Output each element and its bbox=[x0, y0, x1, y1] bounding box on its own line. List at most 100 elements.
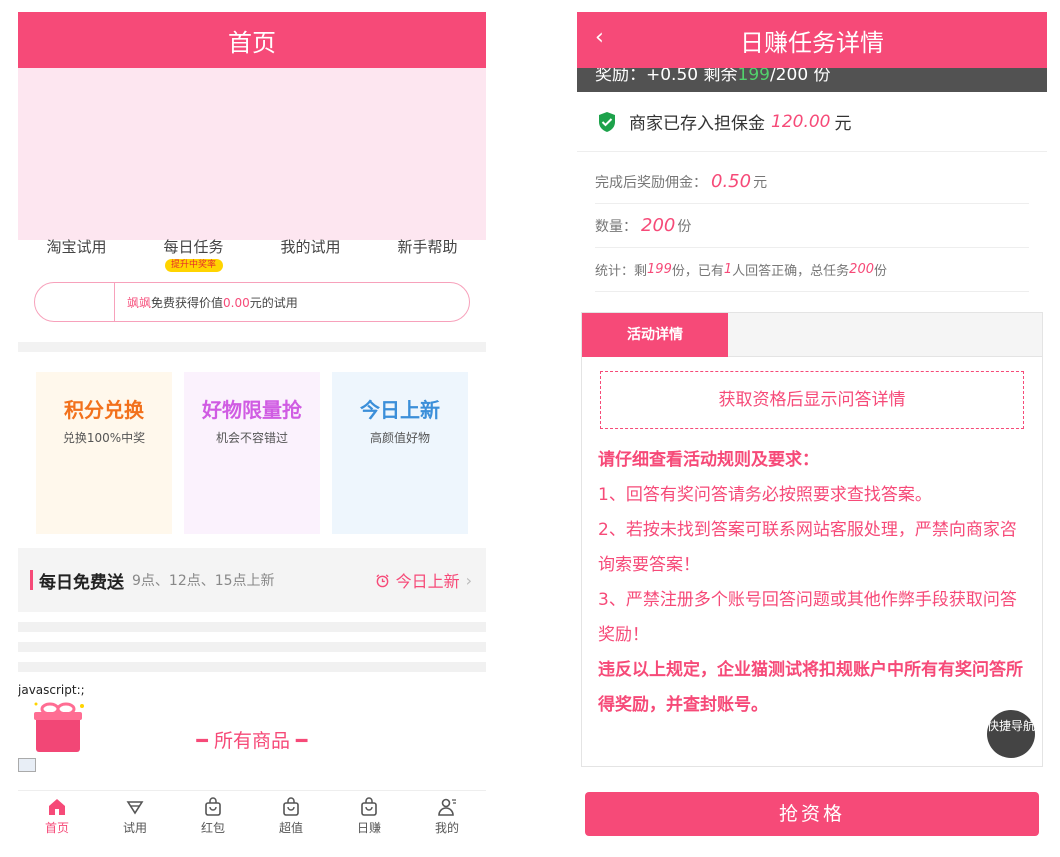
broken-image-icon bbox=[18, 758, 36, 772]
reward-pre: 奖励：+0.50 剩余 bbox=[595, 68, 738, 85]
new-today-link-label: 今日上新 bbox=[395, 572, 460, 591]
detail-header: ‹ 日赚任务详情 bbox=[577, 12, 1047, 68]
alarm-clock-icon bbox=[375, 573, 389, 587]
card-title: 好物限量抢 bbox=[202, 398, 302, 422]
ticker-text: 飒飒免费获得价值0.00元的试用 bbox=[115, 294, 298, 311]
daily-free-schedule: 9点、12点、15点上新 bbox=[132, 573, 275, 589]
back-arrow-icon[interactable]: ‹ bbox=[595, 25, 604, 50]
daily-free-title: 每日免费送 bbox=[39, 572, 124, 593]
card-subtitle: 高颜值好物 bbox=[369, 431, 430, 445]
chevron-right-icon: › bbox=[465, 570, 472, 590]
all-goods-label: 所有商品 bbox=[213, 730, 290, 752]
tab-label: 日赚 bbox=[356, 821, 381, 835]
home-icon bbox=[49, 799, 65, 815]
stats-text: 剩 bbox=[634, 264, 648, 279]
activity-tabs: 活动详情 bbox=[582, 313, 1042, 357]
divider bbox=[18, 342, 486, 352]
shopping-bag-icon bbox=[205, 797, 221, 816]
stats-total: 200 bbox=[849, 262, 874, 277]
stats-count: 1 bbox=[723, 262, 733, 277]
gem-icon bbox=[126, 801, 144, 815]
grab-qualification-button[interactable]: 抢资格 bbox=[585, 792, 1039, 836]
winner-ticker: 飒飒免费获得价值0.00元的试用 bbox=[34, 282, 470, 322]
js-link-text: javascript:; bbox=[18, 683, 85, 697]
card-subtitle: 机会不容错过 bbox=[215, 431, 288, 445]
shopping-bag-icon bbox=[361, 797, 377, 816]
guarantee-unit: 元 bbox=[834, 114, 852, 134]
tab-label: 超值 bbox=[278, 821, 303, 835]
home-title: 首页 bbox=[228, 28, 276, 57]
tab-trial[interactable]: 试用 bbox=[105, 797, 165, 836]
shield-check-icon bbox=[599, 111, 615, 132]
commission-unit: 元 bbox=[753, 174, 768, 191]
card-new-today[interactable]: 今日上新 高颜值好物 bbox=[332, 372, 468, 534]
stats-label: 统计： bbox=[595, 264, 635, 279]
card-title: 积分兑换 bbox=[64, 398, 144, 422]
ticker-post: 元的试用 bbox=[249, 295, 298, 310]
detail-title: 日赚任务详情 bbox=[740, 28, 884, 57]
reward-post: /200 份 bbox=[769, 68, 831, 85]
activity-rules: 请仔细查看活动规则及要求： 1、回答有奖问答请务必按照要求查找答案。 2、若按未… bbox=[582, 429, 1042, 723]
quick-nav: 淘宝试用 每日任务 提升中奖率 我的试用 新手帮助 bbox=[18, 236, 486, 278]
reward-remain: 199 bbox=[737, 68, 770, 85]
new-today-link[interactable]: 今日上新 › bbox=[375, 568, 472, 592]
quick-nav-button[interactable]: 快捷导航 bbox=[987, 710, 1035, 758]
stats-text: 人回答正确，总任务 bbox=[732, 264, 850, 279]
user-icon bbox=[438, 798, 456, 816]
nav-label: 每日任务 bbox=[163, 238, 224, 256]
section-marker bbox=[30, 570, 33, 590]
nav-label: 我的试用 bbox=[280, 238, 341, 256]
qa-placeholder: 获取资格后显示问答详情 bbox=[600, 371, 1024, 429]
banner-carousel[interactable] bbox=[18, 68, 486, 240]
rules-warning: 违反以上规定，企业猫测试将扣规账户中所有有奖问答所得奖励，并查封账号。 bbox=[598, 660, 1023, 715]
quantity-label: 数量： bbox=[595, 218, 637, 235]
quantity-unit: 份 bbox=[677, 218, 692, 235]
all-goods-section: ━ 所有商品 ━ bbox=[18, 698, 486, 772]
reward-summary-bar: 奖励：+0.50 剩余199/200 份 bbox=[577, 68, 1047, 92]
quantity-row: 数量： 200 份 bbox=[595, 204, 1029, 248]
tab-daily-earn[interactable]: 日赚 bbox=[339, 797, 399, 836]
activity-panel: 活动详情 获取资格后显示问答详情 请仔细查看活动规则及要求： 1、回答有奖问答请… bbox=[581, 312, 1043, 767]
tab-home[interactable]: 首页 bbox=[27, 797, 87, 836]
card-points-exchange[interactable]: 积分兑换 兑换100%中奖 bbox=[36, 372, 172, 534]
quantity-value: 200 bbox=[641, 215, 676, 236]
nav-label: 淘宝试用 bbox=[46, 238, 107, 256]
nav-label: 新手帮助 bbox=[397, 238, 458, 256]
tab-activity-details[interactable]: 活动详情 bbox=[582, 313, 728, 357]
tab-label: 试用 bbox=[122, 821, 147, 835]
card-limited-deal[interactable]: 好物限量抢 机会不容错过 bbox=[184, 372, 320, 534]
card-title: 今日上新 bbox=[360, 398, 440, 422]
nav-help[interactable]: 新手帮助 bbox=[378, 236, 478, 257]
task-info: 完成后奖励佣金： 0.50 元 数量： 200 份 统计： 剩 199 份，已有 1 人… bbox=[577, 152, 1047, 292]
rule-item: 3、严禁注册多个账号回答问题或其他作弊手段获取问答奖励！ bbox=[598, 590, 1017, 645]
all-goods-title: ━ 所有商品 ━ bbox=[196, 730, 308, 752]
tab-value[interactable]: 超值 bbox=[261, 797, 321, 836]
stats-remain: 199 bbox=[647, 262, 672, 277]
card-subtitle: 兑换100%中奖 bbox=[62, 431, 146, 445]
rules-heading: 请仔细查看活动规则及要求： bbox=[598, 450, 819, 470]
daily-free-section-header: 每日免费送 9点、12点、15点上新 今日上新 › bbox=[18, 548, 486, 612]
commission-label: 完成后奖励佣金： bbox=[595, 174, 707, 191]
stats-text: 份，已有 bbox=[671, 264, 724, 279]
nav-my-trials[interactable]: 我的试用 bbox=[261, 236, 361, 257]
promo-cards: 积分兑换 兑换100%中奖 好物限量抢 机会不容错过 今日上新 高颜值好物 bbox=[18, 352, 486, 548]
nav-daily-task[interactable]: 每日任务 提升中奖率 bbox=[144, 236, 244, 272]
ticker-user: 飒飒 bbox=[127, 295, 152, 310]
nav-taobao-trial[interactable]: 淘宝试用 bbox=[27, 236, 127, 257]
home-screen: 首页 淘宝试用 每日任务 提升中奖率 我的试用 新手帮助 飒飒免费获得价值0.00… bbox=[18, 12, 486, 857]
tab-label: 红包 bbox=[200, 821, 225, 835]
guarantee-amount: 120.00 bbox=[771, 111, 831, 132]
shopping-bag-icon bbox=[283, 797, 299, 816]
ticker-pre: 免费获得价值 bbox=[151, 295, 224, 310]
tab-label: 首页 bbox=[44, 821, 69, 835]
ticker-value: 0.00 bbox=[223, 295, 250, 310]
tab-mine[interactable]: 我的 bbox=[417, 797, 477, 836]
tab-label: 我的 bbox=[434, 821, 459, 835]
rule-item: 1、回答有奖问答请务必按照要求查找答案。 bbox=[598, 485, 932, 505]
product-list-placeholder bbox=[18, 612, 486, 682]
tab-red-packet[interactable]: 红包 bbox=[183, 797, 243, 836]
task-detail-screen: ‹ 日赚任务详情 奖励：+0.50 剩余199/200 份 商家已存入担保金 1… bbox=[577, 12, 1047, 857]
stats-row: 统计： 剩 199 份，已有 1 人回答正确，总任务 200 份 bbox=[595, 248, 1029, 292]
commission-value: 0.50 bbox=[711, 171, 752, 192]
guarantee-label: 商家已存入担保金 bbox=[629, 114, 765, 134]
